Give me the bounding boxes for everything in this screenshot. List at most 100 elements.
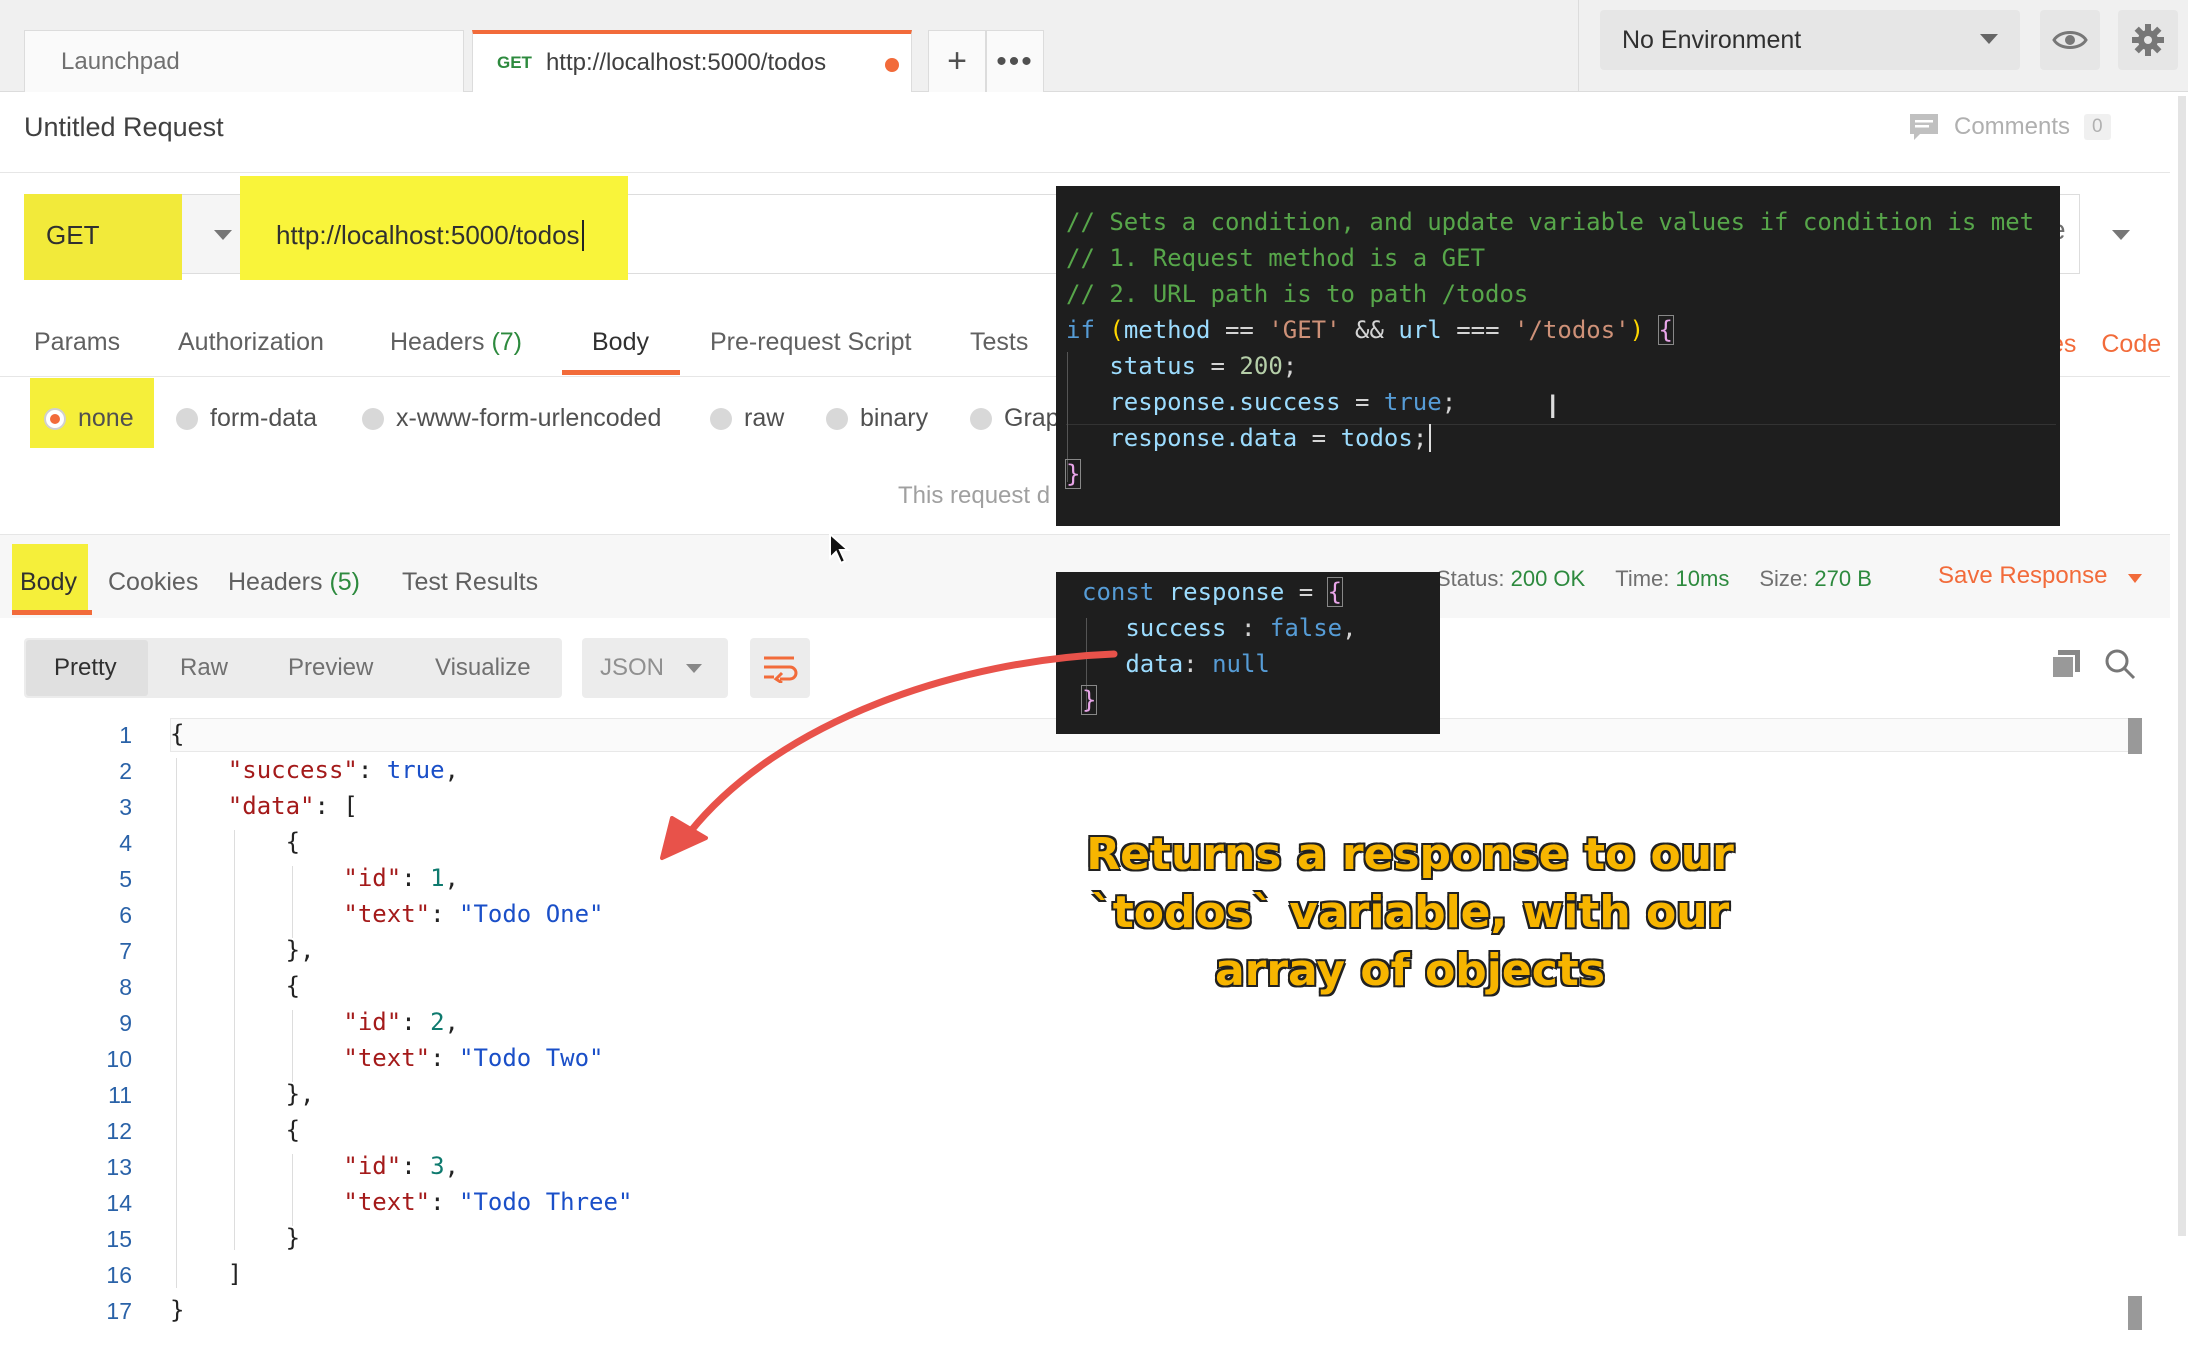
response-headers-count: (5) bbox=[329, 568, 361, 596]
code-line: status = 200; bbox=[1109, 352, 1298, 380]
comments-label: Comments bbox=[1954, 113, 2071, 140]
code-keyword: const bbox=[1082, 578, 1155, 606]
radio-raw[interactable]: raw bbox=[710, 404, 784, 433]
radio-form-data[interactable]: form-data bbox=[176, 404, 317, 433]
radio-form-data-label: form-data bbox=[210, 404, 317, 432]
code-line: "data": [ bbox=[227, 792, 358, 820]
mode-preview[interactable]: Preview bbox=[288, 654, 373, 682]
status-label: Status: bbox=[1436, 566, 1505, 591]
active-tab-indicator bbox=[12, 610, 92, 615]
divider bbox=[0, 172, 2170, 173]
response-tab-body[interactable]: Body bbox=[20, 568, 77, 597]
code-line: }, bbox=[170, 936, 315, 964]
tab-params[interactable]: Params bbox=[34, 328, 120, 357]
chevron-down-icon[interactable] bbox=[2112, 230, 2130, 240]
annotation-line: `todos` variable, with our bbox=[1090, 887, 1730, 938]
code-variable: response.success bbox=[1109, 388, 1341, 416]
code-line: response.data = todos; bbox=[1066, 424, 1432, 452]
tab-tests[interactable]: Tests bbox=[970, 328, 1028, 357]
code-variable: success bbox=[1125, 614, 1227, 642]
radio-binary[interactable]: binary bbox=[826, 404, 928, 433]
radio-icon bbox=[970, 407, 992, 430]
size-value: 270 B bbox=[1814, 566, 1872, 591]
json-value: "Todo Three" bbox=[459, 1188, 633, 1216]
tab-method-badge: GET bbox=[497, 53, 532, 72]
code-line: "text": "Todo Two" bbox=[343, 1044, 604, 1072]
radio-urlencoded[interactable]: x-www-form-urlencoded bbox=[362, 404, 661, 433]
code-line: { bbox=[170, 720, 185, 748]
scrollbar-thumb[interactable] bbox=[2128, 718, 2142, 754]
mouse-pointer-icon bbox=[829, 532, 851, 565]
line-number: 11 bbox=[108, 1082, 132, 1108]
radio-graphql[interactable]: Grap bbox=[970, 404, 1060, 433]
environment-label: No Environment bbox=[1622, 25, 1802, 54]
response-meta: Status: 200 OK Time: 10ms Size: 270 B bbox=[1436, 566, 1872, 592]
tab-body[interactable]: Body bbox=[592, 328, 649, 357]
environment-select[interactable]: No Environment bbox=[1600, 10, 2020, 70]
json-key: "id" bbox=[343, 864, 402, 892]
size-label: Size: bbox=[1759, 566, 1809, 591]
code-line: "text": "Todo One" bbox=[343, 900, 604, 928]
response-tab-test-results[interactable]: Test Results bbox=[402, 568, 538, 597]
code-line: } bbox=[170, 1224, 301, 1252]
plus-icon: + bbox=[947, 42, 967, 80]
tab-authorization[interactable]: Authorization bbox=[178, 328, 324, 357]
code-brace: } bbox=[1080, 685, 1098, 715]
code-variable: response.data bbox=[1109, 424, 1298, 452]
mode-visualize[interactable]: Visualize bbox=[435, 654, 531, 682]
chevron-down-icon[interactable] bbox=[2128, 574, 2142, 583]
line-number: 4 bbox=[119, 830, 132, 856]
headers-count: (7) bbox=[491, 328, 523, 356]
radio-none[interactable]: none bbox=[44, 404, 134, 433]
wrap-lines-button[interactable] bbox=[750, 638, 810, 698]
search-button[interactable] bbox=[2104, 648, 2136, 685]
code-line: ] bbox=[170, 1260, 243, 1288]
code-line: "id": 2, bbox=[343, 1008, 459, 1036]
line-number: 6 bbox=[119, 902, 132, 928]
radio-urlencoded-label: x-www-form-urlencoded bbox=[396, 404, 662, 432]
tab-active-request[interactable]: GET http://localhost:5000/todos bbox=[472, 30, 912, 92]
code-variable: response bbox=[1168, 578, 1285, 606]
tab-headers[interactable]: Headers (7) bbox=[390, 328, 522, 357]
tab-prerequest-script[interactable]: Pre-request Script bbox=[710, 328, 911, 357]
line-number: 7 bbox=[119, 938, 132, 964]
tab-launchpad[interactable]: Launchpad bbox=[24, 30, 464, 92]
code-line: data: null bbox=[1125, 650, 1270, 678]
mode-pretty[interactable]: Pretty bbox=[54, 654, 117, 682]
line-number: 2 bbox=[119, 758, 132, 784]
mode-raw[interactable]: Raw bbox=[180, 654, 228, 682]
divider bbox=[1578, 0, 1579, 92]
line-number: 9 bbox=[119, 1010, 132, 1036]
radio-selected-icon bbox=[44, 407, 66, 430]
code-variable: data bbox=[1125, 650, 1184, 678]
comments-button[interactable]: Comments 0 bbox=[1908, 112, 2111, 142]
page-scrollbar[interactable] bbox=[2178, 96, 2186, 1236]
format-label: JSON bbox=[600, 654, 665, 681]
url-input-value[interactable]: http://localhost:5000/todos bbox=[276, 220, 584, 251]
json-key: "id" bbox=[343, 1152, 402, 1180]
line-number: 5 bbox=[119, 866, 132, 892]
response-tab-headers[interactable]: Headers (5) bbox=[228, 568, 360, 597]
response-tab-cookies[interactable]: Cookies bbox=[108, 568, 198, 597]
tab-options-button[interactable]: ••• bbox=[986, 30, 1044, 92]
save-response-button[interactable]: Save Response bbox=[1938, 562, 2107, 590]
environment-quick-look-button[interactable] bbox=[2040, 10, 2100, 70]
line-number: 1 bbox=[119, 722, 132, 748]
radio-none-label: none bbox=[78, 404, 134, 432]
tab-url-label: http://localhost:5000/todos bbox=[545, 49, 827, 76]
copy-button[interactable] bbox=[2050, 648, 2082, 685]
time-info: Time: 10ms bbox=[1615, 566, 1729, 592]
code-link[interactable]: Code bbox=[2101, 330, 2161, 358]
request-title[interactable]: Untitled Request bbox=[24, 112, 224, 143]
annotation-line: Returns a response to our bbox=[1086, 829, 1734, 880]
status-info: Status: 200 OK bbox=[1436, 566, 1585, 592]
radio-icon bbox=[710, 407, 732, 430]
scrollbar-thumb[interactable] bbox=[2128, 1296, 2142, 1330]
format-select[interactable]: JSON bbox=[582, 638, 728, 698]
json-value: 2 bbox=[430, 1008, 445, 1036]
code-keyword: false bbox=[1269, 614, 1343, 642]
new-tab-button[interactable]: + bbox=[928, 30, 986, 92]
settings-button[interactable] bbox=[2118, 10, 2178, 70]
code-line: { bbox=[170, 972, 301, 1000]
json-key: "text" bbox=[343, 900, 431, 928]
